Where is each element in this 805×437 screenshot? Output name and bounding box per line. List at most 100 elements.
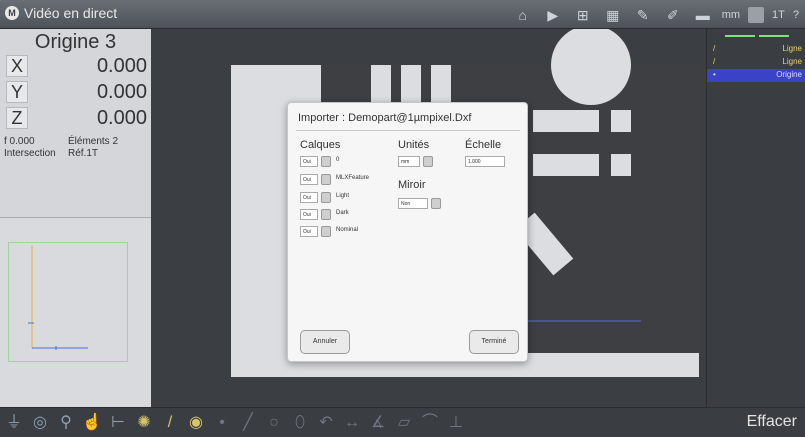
layer-row: Oui Light	[300, 192, 400, 206]
circle-tool-icon[interactable]: ○	[264, 413, 284, 433]
feature-label: Ligne	[782, 44, 802, 53]
scale-value[interactable]: 1.000	[465, 156, 505, 167]
feature-list-header	[713, 33, 799, 41]
unit-toggle[interactable]: mm	[722, 9, 740, 21]
f-value: f 0.000	[4, 136, 35, 147]
axis-x-button[interactable]: X	[6, 55, 28, 77]
point-icon: •	[713, 70, 716, 79]
axis-z-button[interactable]: Z	[6, 107, 28, 129]
line-icon: /	[713, 44, 716, 53]
feature-list-panel: / Ligne / Ligne • Origine	[706, 29, 805, 407]
magnifier-icon[interactable]: ⚲	[56, 413, 76, 433]
arc-tool-icon[interactable]: ↶	[316, 413, 336, 433]
axis-x-value: 0.000	[96, 55, 147, 77]
layer-row: Oui Dark	[300, 209, 400, 223]
title-bar: M Vidéo en direct ⌂ ▶ ⊞ ▦ ✎ ✐ ▬ mm 1T ?	[0, 0, 805, 29]
target-icon[interactable]: ◎	[30, 413, 50, 433]
origin-tool-icon[interactable]: ⊥	[446, 413, 466, 433]
top-toolbar: ⌂ ▶ ⊞ ▦ ✎ ✐ ▬ mm 1T ?	[512, 5, 799, 25]
dro-panel: Origine 3 X 0.000 Y 0.000 Z 0.000 f 0.00…	[0, 29, 151, 217]
parallelogram-tool-icon[interactable]: ▱	[394, 413, 414, 433]
window-title: Vidéo en direct	[24, 5, 118, 21]
layer-name: Light	[336, 193, 350, 199]
layer-name: 0	[336, 157, 340, 163]
done-button[interactable]: Terminé	[469, 330, 519, 354]
axis-y-value: 0.000	[96, 81, 147, 103]
feature-item[interactable]: / Ligne	[707, 56, 805, 69]
units-value[interactable]: mm	[398, 156, 420, 167]
edge-tool-icon[interactable]: ⊢	[108, 413, 128, 433]
feature-item[interactable]: / Ligne	[707, 43, 805, 56]
layer-name: MLXFeature	[336, 175, 370, 181]
bottom-toolbar: ⏚ ◎ ⚲ ☝ ⊢ ✺ / ◉ • ╱ ○ ⬯ ↶ ↔ ∡ ▱ ⌒ ⊥ Effa…	[0, 407, 805, 437]
units-header: Unités	[398, 139, 430, 151]
axis-row-y: Y 0.000	[6, 81, 147, 105]
feature-view[interactable]	[0, 217, 151, 407]
feature-label: Origine	[776, 70, 802, 79]
pen-tool-icon[interactable]: /	[160, 413, 180, 433]
scale-input[interactable]: 1.000	[465, 156, 505, 168]
scale-header: Échelle	[465, 139, 502, 151]
app-logo: M	[5, 6, 19, 20]
layer-toggle-knob[interactable]	[321, 226, 331, 237]
slot-tool-icon[interactable]: ⬯	[290, 413, 310, 433]
distance-tool-icon[interactable]: ↔	[342, 413, 362, 433]
layer-toggle-knob[interactable]	[321, 156, 331, 167]
axis-row-z: Z 0.000	[6, 107, 147, 131]
curve-tool-icon[interactable]: ⌒	[420, 413, 440, 433]
layer-row: Oui 0	[300, 156, 400, 170]
lock-icon[interactable]	[748, 7, 765, 23]
camera-icon[interactable]: ▶	[542, 6, 564, 24]
layer-name: Dark	[336, 210, 349, 216]
units-select[interactable]: mm	[398, 156, 448, 168]
cancel-button[interactable]: Annuler	[300, 330, 350, 354]
layer-toggle[interactable]: Oui	[300, 192, 318, 203]
angle-tool-icon[interactable]: ∡	[368, 413, 388, 433]
ruler-icon[interactable]: ▬	[692, 6, 714, 24]
mirror-header: Miroir	[398, 179, 426, 191]
help-button[interactable]: ?	[793, 9, 799, 21]
dialog-divider	[296, 130, 520, 131]
layer-row: Oui Nominal	[300, 226, 400, 240]
elements-count: Éléments 2	[68, 136, 119, 147]
axis-row-x: X 0.000	[6, 55, 147, 79]
reference-label: Réf.1T	[68, 148, 99, 159]
layer-toggle[interactable]: Oui	[300, 209, 318, 220]
feature-view-drawing	[28, 246, 88, 350]
feature-type: Intersection	[4, 148, 56, 159]
axis-y-button[interactable]: Y	[6, 81, 28, 103]
dialog-title: Importer : Demopart@1µmpixel.Dxf	[298, 112, 472, 124]
layer-name: Nominal	[336, 227, 359, 233]
mirror-value[interactable]: Non	[398, 198, 428, 209]
clear-button[interactable]: Effacer	[747, 413, 797, 431]
shield-icon[interactable]: ◉	[186, 413, 206, 433]
hand-icon[interactable]: ☝	[82, 413, 102, 433]
point-tool-icon[interactable]: •	[212, 413, 232, 433]
line-icon: /	[713, 57, 716, 66]
crosshair-grid-icon[interactable]: ⊞	[572, 6, 594, 24]
line-tool-icon[interactable]: ╱	[238, 413, 258, 433]
layer-toggle[interactable]: Oui	[300, 156, 318, 167]
mirror-select[interactable]: Non	[398, 198, 448, 210]
tolerance-button[interactable]: 1T	[772, 9, 785, 21]
layer-row: Oui MLXFeature	[300, 174, 400, 188]
probe-tool-icon[interactable]: ⏚	[4, 413, 24, 433]
probe-icon[interactable]: ✎	[632, 6, 654, 24]
layers-header: Calques	[300, 139, 341, 151]
layer-toggle[interactable]: Oui	[300, 174, 318, 185]
light-icon[interactable]: ✺	[134, 413, 154, 433]
units-knob[interactable]	[423, 156, 433, 167]
axis-z-value: 0.000	[96, 107, 147, 129]
layer-toggle-knob[interactable]	[321, 209, 331, 220]
feature-item-selected[interactable]: • Origine	[707, 69, 805, 82]
feature-label: Ligne	[782, 57, 802, 66]
grid-icon[interactable]: ▦	[602, 6, 624, 24]
layer-toggle[interactable]: Oui	[300, 226, 318, 237]
mirror-knob[interactable]	[431, 198, 441, 209]
frame-title: Origine 3	[34, 31, 117, 53]
layer-toggle-knob[interactable]	[321, 192, 331, 203]
pen-icon[interactable]: ✐	[662, 6, 684, 24]
layer-toggle-knob[interactable]	[321, 174, 331, 185]
home-icon[interactable]: ⌂	[512, 6, 534, 24]
import-dialog: Importer : Demopart@1µmpixel.Dxf Calques…	[287, 102, 528, 362]
